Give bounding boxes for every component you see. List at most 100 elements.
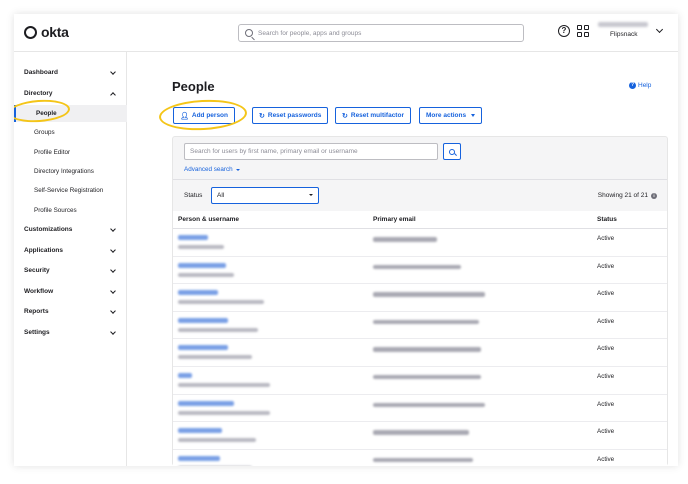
sidebar-item-reports[interactable]: Reports (14, 304, 127, 320)
sidebar-item-label: Reports (24, 308, 49, 315)
table-row[interactable]: Active (173, 229, 667, 257)
reset-passwords-button[interactable]: ↻ Reset passwords (252, 107, 329, 124)
table-row[interactable]: Active (173, 339, 667, 367)
table-row[interactable]: Active (173, 284, 667, 312)
people-panel: Search for users by first name, primary … (172, 136, 668, 466)
sidebar-item-directory[interactable]: Directory (14, 86, 127, 102)
sidebar-item-profile-editor[interactable]: Profile Editor (14, 144, 127, 161)
chevron-down-icon (110, 308, 116, 314)
person-name-redacted[interactable] (178, 317, 228, 323)
apps-grid-icon[interactable] (577, 25, 589, 37)
email-redacted (373, 457, 473, 463)
status-filter-select[interactable]: All (211, 187, 319, 204)
table-header: Person & username Primary email Status (173, 211, 667, 229)
status-cell: Active (597, 428, 615, 436)
table-row[interactable]: Active (173, 257, 667, 285)
reset-multifactor-button[interactable]: ↻ Reset multifactor (335, 107, 411, 124)
caret-down-icon (471, 114, 476, 117)
chevron-down-icon (110, 69, 116, 75)
help-icon: ? (629, 82, 636, 89)
person-name-redacted[interactable] (178, 235, 208, 240)
person-name-redacted[interactable] (178, 290, 218, 296)
chevron-down-icon[interactable] (655, 25, 664, 34)
username-redacted (178, 272, 234, 277)
user-search-button[interactable] (443, 143, 461, 160)
people-table: Person & username Primary email Status A… (173, 211, 667, 466)
reset-multifactor-label: Reset multifactor (350, 112, 404, 119)
app-window: okta Search for people, apps and groups … (14, 14, 678, 466)
results-count: Showing 21 of 21 i (598, 192, 657, 199)
refresh-icon: ↻ (342, 112, 348, 120)
org-name[interactable]: Flipsnack (610, 31, 637, 38)
caret-down-icon (235, 168, 240, 171)
column-header-person[interactable]: Person & username (178, 216, 239, 223)
table-row[interactable]: Active (173, 422, 667, 450)
sidebar-item-profile-sources[interactable]: Profile Sources (14, 202, 127, 219)
sidebar-item-dashboard[interactable]: Dashboard (14, 65, 127, 81)
sidebar-item-settings[interactable]: Settings (14, 325, 127, 341)
sidebar-item-groups[interactable]: Groups (14, 124, 127, 141)
sidebar-item-label: Workflow (24, 288, 54, 295)
refresh-icon: ↻ (259, 112, 265, 120)
chevron-down-icon (110, 267, 116, 273)
divider (173, 179, 667, 180)
table-row[interactable]: Active (173, 367, 667, 395)
sidebar-item-workflow[interactable]: Workflow (14, 284, 127, 300)
sidebar-item-applications[interactable]: Applications (14, 243, 127, 259)
username-redacted (178, 245, 224, 249)
advanced-search-label: Advanced search (184, 166, 233, 173)
status-filter-label: Status (184, 192, 203, 199)
help-link[interactable]: ? Help (629, 82, 651, 89)
status-filter-value: All (217, 192, 225, 199)
status-cell: Active (597, 235, 615, 242)
sidebar-item-label: Dashboard (24, 69, 58, 76)
info-icon[interactable]: i (651, 192, 657, 199)
username-redacted (178, 355, 252, 360)
user-email-redacted[interactable] (598, 22, 648, 27)
table-row[interactable]: Active (173, 450, 667, 466)
search-icon (245, 29, 253, 37)
chevron-down-icon (110, 226, 116, 232)
table-row[interactable]: Active (173, 395, 667, 423)
global-search-input[interactable]: Search for people, apps and groups (238, 24, 524, 42)
status-cell: Active (597, 372, 615, 380)
person-name-redacted[interactable] (178, 400, 234, 406)
table-row[interactable]: Active (173, 312, 667, 340)
email-redacted (373, 264, 461, 270)
help-icon[interactable]: ? (558, 25, 570, 37)
page-title: People (172, 79, 215, 94)
advanced-search-link[interactable]: Advanced search (184, 166, 240, 173)
user-search-input[interactable]: Search for users by first name, primary … (184, 143, 438, 160)
help-label: Help (638, 82, 652, 89)
sidebar-item-label: Security (24, 267, 50, 274)
okta-logo[interactable]: okta (24, 24, 69, 40)
sidebar-item-label: Customizations (24, 226, 73, 233)
person-name-redacted[interactable] (178, 345, 228, 351)
email-redacted (373, 319, 479, 325)
chevron-down-icon (110, 329, 116, 335)
person-name-redacted[interactable] (178, 428, 222, 434)
logo-text: okta (41, 24, 69, 40)
sidebar-item-label: Applications (24, 247, 64, 254)
person-name-redacted[interactable] (178, 262, 226, 268)
person-name-redacted[interactable] (178, 455, 220, 461)
main-content: People ? Help 👤︎ Add person ↻ Reset pass… (127, 52, 678, 466)
sidebar-item-self-service-registration[interactable]: Self-Service Registration (14, 182, 127, 199)
username-redacted (178, 438, 256, 443)
status-cell: Active (597, 290, 615, 298)
more-actions-button[interactable]: More actions (419, 107, 483, 124)
column-header-status[interactable]: Status (597, 216, 617, 223)
sidebar-item-directory-integrations[interactable]: Directory Integrations (14, 163, 127, 180)
more-actions-label: More actions (426, 112, 467, 119)
chevron-up-icon (110, 92, 116, 98)
username-redacted (178, 410, 270, 415)
status-cell: Active (597, 400, 615, 408)
highlight-annotation (158, 97, 248, 133)
sidebar: Dashboard Directory People Groups Profil… (14, 52, 127, 466)
column-header-email[interactable]: Primary email (373, 216, 416, 223)
email-redacted (373, 374, 481, 380)
sidebar-item-customizations[interactable]: Customizations (14, 222, 127, 238)
sidebar-item-security[interactable]: Security (14, 263, 127, 279)
email-redacted (373, 402, 485, 408)
person-name-redacted[interactable] (178, 372, 192, 378)
